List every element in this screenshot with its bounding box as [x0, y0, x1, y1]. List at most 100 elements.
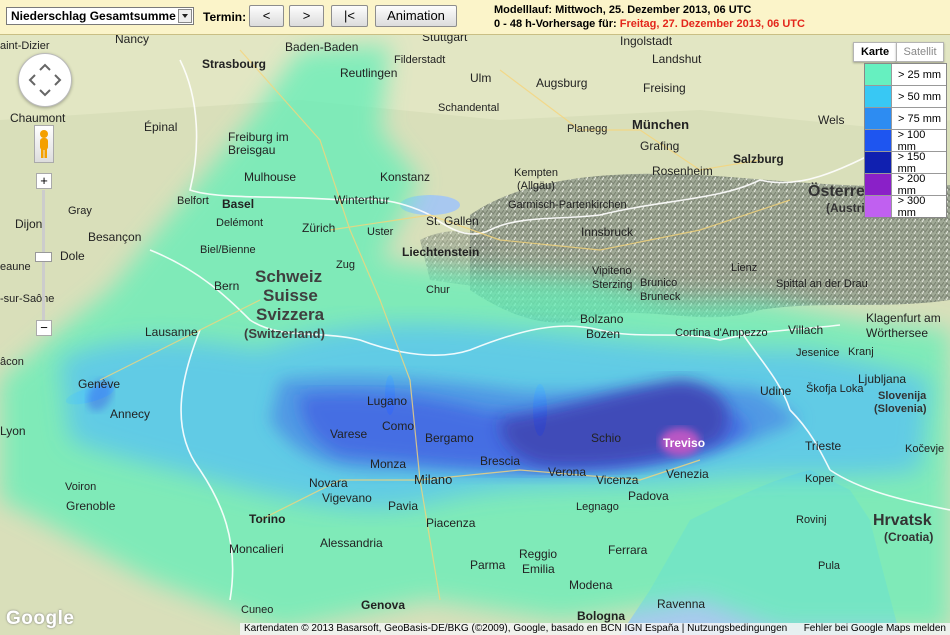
legend-row: > 100 mm	[865, 128, 946, 153]
legend-row: > 150 mm	[865, 151, 946, 175]
legend-row: > 300 mm	[865, 195, 946, 219]
report-link[interactable]: Fehler bei Google Maps melden	[804, 623, 946, 635]
zoom-out-button[interactable]: −	[36, 320, 52, 336]
pan-arrows-icon[interactable]	[19, 54, 71, 106]
forecast-text: 0 - 48 h-Vorhersage für: Freitag, 27. De…	[494, 17, 805, 31]
city-zug: Zug	[336, 259, 355, 271]
city-besancon: Besançon	[88, 230, 141, 244]
city-novara: Novara	[309, 476, 348, 490]
city-bozen: Bozen	[586, 327, 620, 341]
termin-label: Termin:	[203, 10, 247, 24]
city-allgaeu: (Allgäu)	[517, 180, 555, 192]
pegman-control[interactable]	[34, 125, 54, 163]
legend-row: > 75 mm	[865, 108, 946, 130]
map-type-satellit-button[interactable]: Satellit	[896, 42, 944, 62]
country-croatia: (Croatia)	[884, 530, 933, 544]
legend-label: > 100 mm	[897, 128, 926, 153]
city-kocevje: Kočevje	[905, 443, 944, 455]
city-dijon: Dijon	[15, 217, 42, 231]
city-cortina: Cortina d'Ampezzo	[675, 327, 768, 339]
city-biel: Biel/Bienne	[200, 244, 256, 256]
map-svg[interactable]: Stuttgart Baden-Baden Nancy Strasbourg R…	[0, 35, 950, 635]
city-ingolstadt: Ingolstadt	[620, 35, 673, 48]
legend-label: > 50 mm	[898, 90, 942, 103]
city-breisgau: Breisgau	[228, 143, 275, 157]
country-suisse: Suisse	[263, 286, 318, 305]
city-moncalieri: Moncalieri	[229, 542, 284, 556]
city-innsbruck: Innsbruck	[581, 225, 634, 239]
zoom-in-button[interactable]: +	[36, 173, 52, 189]
legend-label: > 25 mm	[898, 68, 942, 81]
city-kempten: Kempten	[514, 167, 558, 179]
zoom-slider-handle[interactable]	[35, 252, 52, 262]
city-bologna: Bologna	[577, 609, 625, 623]
city-rovinj: Rovinj	[796, 514, 827, 526]
pan-control[interactable]	[18, 53, 72, 107]
city-modena: Modena	[569, 578, 613, 592]
forecast-date: Freitag, 27. Dezember 2013, 06 UTC	[619, 18, 805, 30]
city-como: Como	[382, 419, 414, 433]
map-canvas[interactable]: Stuttgart Baden-Baden Nancy Strasbourg R…	[0, 35, 950, 635]
pegman-icon[interactable]	[35, 126, 53, 162]
city-sterzing: Sterzing	[592, 279, 632, 291]
city-spittal: Spittal an der Drau	[776, 278, 868, 290]
city-schandental: Schandental	[438, 102, 499, 114]
city-brescia: Brescia	[480, 454, 520, 468]
city-annecy: Annecy	[110, 407, 150, 421]
city-epinal: Épinal	[144, 119, 177, 134]
city-nancy: Nancy	[115, 35, 149, 46]
city-torino: Torino	[249, 512, 285, 526]
city-lausanne: Lausanne	[145, 325, 198, 339]
city-grafing: Grafing	[640, 139, 679, 153]
city-vigevano: Vigevano	[322, 491, 372, 505]
legend-swatch	[865, 108, 892, 129]
city-strasbourg: Strasbourg	[202, 57, 266, 71]
city-klagenfurt: Klagenfurt am	[866, 311, 941, 325]
next-button[interactable]: >	[289, 5, 324, 27]
city-konstanz: Konstanz	[380, 170, 430, 184]
city-vicenza: Vicenza	[596, 473, 639, 487]
legend-row: > 50 mm	[865, 86, 946, 108]
city-padova: Padova	[628, 489, 669, 503]
city-villach: Villach	[788, 323, 823, 337]
city-piacenza: Piacenza	[426, 516, 476, 530]
city-planegg: Planegg	[567, 123, 607, 135]
prev-button[interactable]: <	[249, 5, 284, 27]
city-macon: âcon	[0, 356, 24, 368]
precipitation-legend: > 25 mm > 50 mm > 75 mm > 100 mm > 150 mm > 2…	[864, 63, 947, 219]
city-woerthersee: Wörthersee	[866, 326, 928, 340]
animation-button[interactable]: Animation	[375, 5, 457, 27]
city-parma: Parma	[470, 558, 506, 572]
attribution-text: Kartendaten © 2013 Basarsoft, GeoBasis-D…	[244, 623, 679, 634]
city-grenoble: Grenoble	[66, 499, 116, 513]
terms-link[interactable]: Nutzungsbedingungen	[687, 623, 787, 634]
map-type-karte-button[interactable]: Karte	[853, 42, 897, 62]
city-bergamo: Bergamo	[425, 431, 474, 445]
city-lugano: Lugano	[367, 394, 407, 408]
city-chur: Chur	[426, 284, 450, 296]
city-vipiteno: Vipiteno	[592, 265, 632, 277]
city-schio: Schio	[591, 431, 621, 445]
legend-swatch	[865, 196, 892, 217]
city-augsburg: Augsburg	[536, 76, 587, 90]
city-bolzano: Bolzano	[580, 312, 624, 326]
city-geneve: Genève	[78, 377, 120, 391]
city-ravenna: Ravenna	[657, 597, 705, 611]
dropdown-arrow-icon[interactable]	[178, 9, 192, 23]
forecast-prefix: 0 - 48 h-Vorhersage für:	[494, 18, 620, 30]
city-ulm: Ulm	[470, 71, 491, 85]
country-slovenija: Slovenija	[878, 390, 927, 402]
legend-swatch	[865, 86, 892, 107]
product-select[interactable]: Niederschlag Gesamtsumme	[6, 7, 194, 25]
legend-row: > 25 mm	[865, 64, 946, 86]
city-trieste: Trieste	[805, 439, 842, 453]
city-rosenheim: Rosenheim	[652, 164, 713, 178]
city-mulhouse: Mulhouse	[244, 170, 296, 184]
city-bern: Bern	[214, 279, 239, 293]
legend-swatch	[865, 152, 892, 173]
city-stuttgart: Stuttgart	[422, 35, 468, 44]
city-ferrara: Ferrara	[608, 543, 648, 557]
city-st-gallen: St. Gallen	[426, 214, 479, 228]
city-chaumont: Chaumont	[10, 111, 66, 125]
first-button[interactable]: |<	[331, 5, 368, 27]
